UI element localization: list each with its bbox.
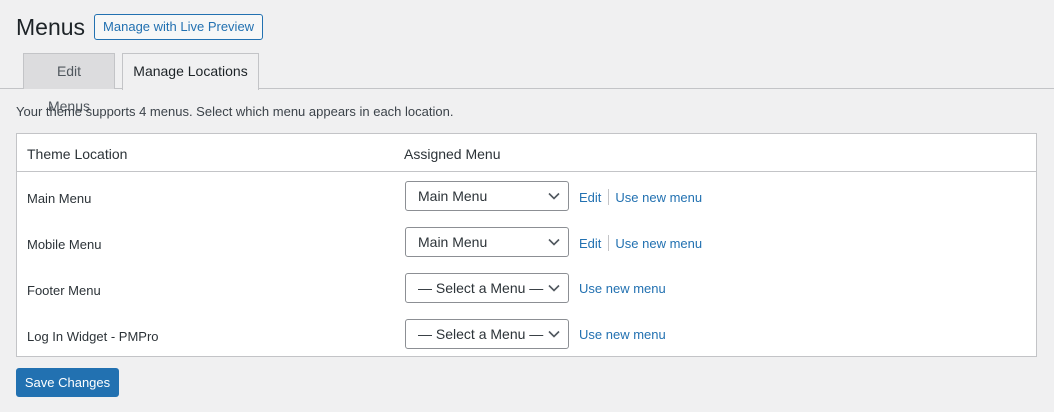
select-value: — Select a Menu — — [418, 280, 544, 296]
divider — [608, 189, 610, 205]
assigned-menu-select[interactable]: Main Menu — [405, 227, 569, 257]
intro-text: Your theme supports 4 menus. Select whic… — [16, 104, 454, 119]
location-name: Mobile Menu — [27, 237, 102, 252]
location-name: Main Menu — [27, 191, 92, 206]
assigned-menu-select[interactable]: — Select a Menu — — [405, 273, 569, 303]
row-actions: Edit Use new menu — [579, 189, 702, 205]
column-header-theme-location: Theme Location — [27, 146, 128, 162]
tab-manage-locations[interactable]: Manage Locations — [122, 53, 259, 90]
table-row: Mobile Menu Main Menu Edit Use new menu — [17, 218, 1036, 264]
divider — [608, 235, 610, 251]
page-title: Menus — [16, 14, 86, 40]
use-new-menu-link[interactable]: Use new menu — [579, 327, 666, 342]
use-new-menu-link[interactable]: Use new menu — [615, 236, 702, 251]
row-actions: Edit Use new menu — [579, 235, 702, 251]
select-value: — Select a Menu — — [418, 326, 544, 342]
table-row: Main Menu Main Menu Edit Use new menu — [17, 172, 1036, 218]
assigned-menu-select[interactable]: — Select a Menu — — [405, 319, 569, 349]
save-changes-button[interactable]: Save Changes — [16, 368, 119, 397]
table-row: Log In Widget - PMPro — Select a Menu — … — [17, 310, 1036, 356]
tab-edit-menus[interactable]: Edit Menus — [23, 53, 115, 114]
location-name: Log In Widget - PMPro — [27, 329, 159, 344]
chevron-down-icon — [548, 284, 560, 292]
row-actions: Use new menu — [579, 327, 666, 342]
menu-locations-table: Theme Location Assigned Menu Main Menu M… — [16, 133, 1037, 357]
assigned-menu-select[interactable]: Main Menu — [405, 181, 569, 211]
chevron-down-icon — [548, 192, 560, 200]
select-value: Main Menu — [418, 188, 488, 204]
manage-live-preview-button[interactable]: Manage with Live Preview — [94, 14, 264, 40]
table-row: Footer Menu — Select a Menu — Use new me… — [17, 264, 1036, 310]
column-header-assigned-menu: Assigned Menu — [404, 146, 501, 162]
table-header: Theme Location Assigned Menu — [17, 134, 1036, 172]
row-actions: Use new menu — [579, 281, 666, 296]
page-header: Menus Manage with Live Preview — [16, 12, 264, 42]
edit-menu-link[interactable]: Edit — [579, 190, 601, 205]
edit-menu-link[interactable]: Edit — [579, 236, 601, 251]
chevron-down-icon — [548, 330, 560, 338]
select-value: Main Menu — [418, 234, 488, 250]
location-name: Footer Menu — [27, 283, 101, 298]
tab-bar: Edit Menus Manage Locations — [0, 53, 1054, 114]
chevron-down-icon — [548, 238, 560, 246]
use-new-menu-link[interactable]: Use new menu — [579, 281, 666, 296]
use-new-menu-link[interactable]: Use new menu — [615, 190, 702, 205]
